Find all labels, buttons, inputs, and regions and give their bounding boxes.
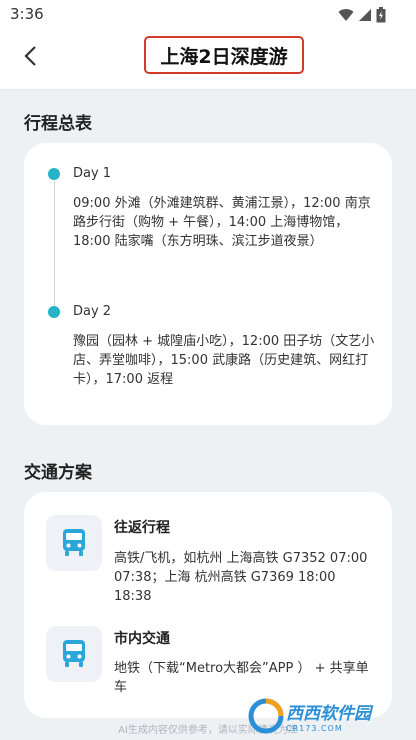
transport-icon-box <box>46 626 102 682</box>
day-label: Day 1 <box>73 166 112 181</box>
bus-icon <box>63 640 85 667</box>
transport-card: 往返行程 高铁/飞机，如杭州 上海高铁 G7352 07:00 07:38；上海… <box>24 492 392 718</box>
transport-item-title: 市内交通 <box>114 631 170 647</box>
status-icons <box>338 6 386 24</box>
timeline-dot <box>48 168 60 180</box>
watermark-subtext: CR173.COM <box>286 724 343 733</box>
battery-icon <box>376 7 386 23</box>
timeline-dot <box>48 306 60 318</box>
transport-icon-box <box>46 515 102 571</box>
transport-item-text: 高铁/飞机，如杭州 上海高铁 G7352 07:00 07:38；上海 杭州高铁… <box>114 551 368 604</box>
signal-icon <box>359 9 371 21</box>
bus-icon <box>63 529 85 556</box>
itinerary-section-title: 行程总表 <box>24 114 92 134</box>
site-logo-icon <box>248 698 284 734</box>
watermark-text: 西西软件园 <box>286 704 371 724</box>
watermark-logo: 西西软件园 CR173.COM <box>248 698 400 734</box>
transport-item-title: 往返行程 <box>114 520 170 536</box>
day-label: Day 2 <box>73 304 112 319</box>
transport-section-title: 交通方案 <box>24 463 92 483</box>
transport-item-text: 地铁（下载“Metro大都会”APP ） + 共享单车 <box>114 661 369 695</box>
day-schedule-text: 豫园（园林 + 城隍庙小吃），12:00 田子坊（文艺小店、弄堂咖啡），15:0… <box>73 334 375 387</box>
status-time: 3:36 <box>10 5 44 23</box>
chevron-left-icon <box>24 46 36 66</box>
back-button[interactable] <box>14 40 46 72</box>
page-title: 上海2日深度游 <box>144 36 304 74</box>
wifi-icon <box>338 9 354 21</box>
itinerary-card: Day 1 09:00 外滩（外滩建筑群、黄浦江景），12:00 南京路步行街（… <box>24 143 392 425</box>
timeline-line <box>54 181 55 315</box>
status-bar: 3:36 <box>0 0 416 30</box>
day-schedule-text: 09:00 外滩（外滩建筑群、黄浦江景），12:00 南京路步行街（购物 + 午… <box>73 196 371 249</box>
app-bar: 上海2日深度游 <box>0 30 416 90</box>
